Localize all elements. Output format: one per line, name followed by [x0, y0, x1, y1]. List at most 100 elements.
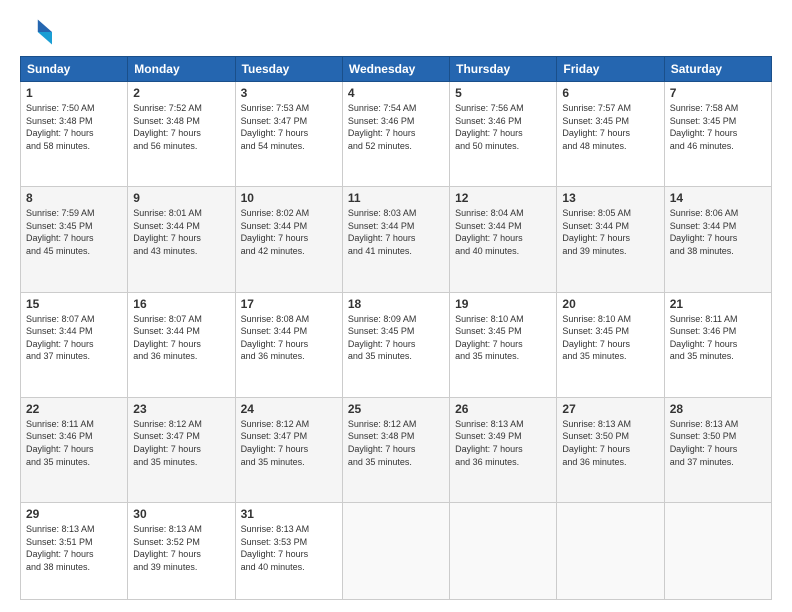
- calendar-week-row: 29 Sunrise: 8:13 AMSunset: 3:51 PMDayligh…: [21, 503, 772, 600]
- day-number: 30: [133, 507, 229, 521]
- calendar-cell: 2 Sunrise: 7:52 AMSunset: 3:48 PMDaylight…: [128, 82, 235, 187]
- calendar-cell: 12 Sunrise: 8:04 AMSunset: 3:44 PMDayligh…: [450, 187, 557, 292]
- day-number: 24: [241, 402, 337, 416]
- calendar-cell: 23Sunrise: 8:12 AMSunset: 3:47 PMDayligh…: [128, 397, 235, 502]
- day-number: 10: [241, 191, 337, 205]
- day-info: Sunrise: 8:13 AMSunset: 3:51 PMDaylight:…: [26, 523, 122, 573]
- day-info: Sunrise: 8:12 AMSunset: 3:47 PMDaylight:…: [133, 418, 229, 468]
- day-number: 16: [133, 297, 229, 311]
- col-header-friday: Friday: [557, 57, 664, 82]
- day-info: Sunrise: 8:09 AMSunset: 3:45 PMDaylight:…: [348, 313, 444, 363]
- day-info: Sunrise: 8:12 AMSunset: 3:48 PMDaylight:…: [348, 418, 444, 468]
- day-info: Sunrise: 8:08 AMSunset: 3:44 PMDaylight:…: [241, 313, 337, 363]
- calendar-cell: 5 Sunrise: 7:56 AMSunset: 3:46 PMDaylight…: [450, 82, 557, 187]
- day-info: Sunrise: 8:04 AMSunset: 3:44 PMDaylight:…: [455, 207, 551, 257]
- calendar-cell: 31 Sunrise: 8:13 AMSunset: 3:53 PMDayligh…: [235, 503, 342, 600]
- day-number: 5: [455, 86, 551, 100]
- calendar-cell: 30 Sunrise: 8:13 AMSunset: 3:52 PMDayligh…: [128, 503, 235, 600]
- calendar-cell: 17 Sunrise: 8:08 AMSunset: 3:44 PMDayligh…: [235, 292, 342, 397]
- day-info: Sunrise: 8:03 AMSunset: 3:44 PMDaylight:…: [348, 207, 444, 257]
- day-info: Sunrise: 7:59 AMSunset: 3:45 PMDaylight:…: [26, 207, 122, 257]
- calendar-cell: 20 Sunrise: 8:10 AMSunset: 3:45 PMDayligh…: [557, 292, 664, 397]
- day-number: 21: [670, 297, 766, 311]
- day-number: 17: [241, 297, 337, 311]
- calendar-cell: 21 Sunrise: 8:11 AMSunset: 3:46 PMDayligh…: [664, 292, 771, 397]
- calendar-cell: 8 Sunrise: 7:59 AMSunset: 3:45 PMDaylight…: [21, 187, 128, 292]
- day-info: Sunrise: 8:13 AMSunset: 3:50 PMDaylight:…: [670, 418, 766, 468]
- day-number: 11: [348, 191, 444, 205]
- day-info: Sunrise: 8:13 AMSunset: 3:53 PMDaylight:…: [241, 523, 337, 573]
- calendar-cell: 10Sunrise: 8:02 AMSunset: 3:44 PMDayligh…: [235, 187, 342, 292]
- calendar-cell: [664, 503, 771, 600]
- day-number: 1: [26, 86, 122, 100]
- calendar-header-row: SundayMondayTuesdayWednesdayThursdayFrid…: [21, 57, 772, 82]
- calendar-cell: [342, 503, 449, 600]
- day-info: Sunrise: 7:52 AMSunset: 3:48 PMDaylight:…: [133, 102, 229, 152]
- calendar-cell: 26 Sunrise: 8:13 AMSunset: 3:49 PMDayligh…: [450, 397, 557, 502]
- calendar-cell: 16Sunrise: 8:07 AMSunset: 3:44 PMDayligh…: [128, 292, 235, 397]
- day-info: Sunrise: 8:10 AMSunset: 3:45 PMDaylight:…: [455, 313, 551, 363]
- day-info: Sunrise: 8:05 AMSunset: 3:44 PMDaylight:…: [562, 207, 658, 257]
- logo-icon: [20, 16, 52, 48]
- day-number: 14: [670, 191, 766, 205]
- day-number: 19: [455, 297, 551, 311]
- day-number: 28: [670, 402, 766, 416]
- day-info: Sunrise: 7:56 AMSunset: 3:46 PMDaylight:…: [455, 102, 551, 152]
- calendar-cell: 3 Sunrise: 7:53 AMSunset: 3:47 PMDaylight…: [235, 82, 342, 187]
- day-info: Sunrise: 8:13 AMSunset: 3:49 PMDaylight:…: [455, 418, 551, 468]
- page: SundayMondayTuesdayWednesdayThursdayFrid…: [0, 0, 792, 612]
- day-info: Sunrise: 8:12 AMSunset: 3:47 PMDaylight:…: [241, 418, 337, 468]
- day-number: 20: [562, 297, 658, 311]
- calendar-cell: 19 Sunrise: 8:10 AMSunset: 3:45 PMDayligh…: [450, 292, 557, 397]
- day-number: 18: [348, 297, 444, 311]
- day-info: Sunrise: 7:54 AMSunset: 3:46 PMDaylight:…: [348, 102, 444, 152]
- calendar-cell: 27Sunrise: 8:13 AMSunset: 3:50 PMDayligh…: [557, 397, 664, 502]
- day-info: Sunrise: 7:57 AMSunset: 3:45 PMDaylight:…: [562, 102, 658, 152]
- calendar-cell: 15 Sunrise: 8:07 AMSunset: 3:44 PMDayligh…: [21, 292, 128, 397]
- day-info: Sunrise: 8:10 AMSunset: 3:45 PMDaylight:…: [562, 313, 658, 363]
- calendar-week-row: 15 Sunrise: 8:07 AMSunset: 3:44 PMDayligh…: [21, 292, 772, 397]
- logo: [20, 16, 56, 48]
- day-number: 2: [133, 86, 229, 100]
- col-header-thursday: Thursday: [450, 57, 557, 82]
- day-number: 12: [455, 191, 551, 205]
- col-header-sunday: Sunday: [21, 57, 128, 82]
- day-info: Sunrise: 8:07 AMSunset: 3:44 PMDaylight:…: [26, 313, 122, 363]
- calendar-week-row: 8 Sunrise: 7:59 AMSunset: 3:45 PMDaylight…: [21, 187, 772, 292]
- calendar-cell: 6Sunrise: 7:57 AMSunset: 3:45 PMDaylight…: [557, 82, 664, 187]
- calendar-cell: 14Sunrise: 8:06 AMSunset: 3:44 PMDayligh…: [664, 187, 771, 292]
- day-info: Sunrise: 8:11 AMSunset: 3:46 PMDaylight:…: [670, 313, 766, 363]
- calendar-cell: 7Sunrise: 7:58 AMSunset: 3:45 PMDaylight…: [664, 82, 771, 187]
- day-info: Sunrise: 8:11 AMSunset: 3:46 PMDaylight:…: [26, 418, 122, 468]
- day-number: 27: [562, 402, 658, 416]
- calendar-week-row: 1Sunrise: 7:50 AMSunset: 3:48 PMDaylight…: [21, 82, 772, 187]
- calendar-cell: 1Sunrise: 7:50 AMSunset: 3:48 PMDaylight…: [21, 82, 128, 187]
- header: [20, 16, 772, 48]
- calendar-table: SundayMondayTuesdayWednesdayThursdayFrid…: [20, 56, 772, 600]
- col-header-wednesday: Wednesday: [342, 57, 449, 82]
- calendar-cell: [557, 503, 664, 600]
- day-number: 29: [26, 507, 122, 521]
- day-number: 3: [241, 86, 337, 100]
- day-number: 7: [670, 86, 766, 100]
- calendar-cell: 29 Sunrise: 8:13 AMSunset: 3:51 PMDayligh…: [21, 503, 128, 600]
- col-header-tuesday: Tuesday: [235, 57, 342, 82]
- calendar-cell: 18 Sunrise: 8:09 AMSunset: 3:45 PMDayligh…: [342, 292, 449, 397]
- day-number: 31: [241, 507, 337, 521]
- day-number: 25: [348, 402, 444, 416]
- calendar-cell: 24 Sunrise: 8:12 AMSunset: 3:47 PMDayligh…: [235, 397, 342, 502]
- day-number: 8: [26, 191, 122, 205]
- day-number: 13: [562, 191, 658, 205]
- day-number: 9: [133, 191, 229, 205]
- calendar-cell: 13 Sunrise: 8:05 AMSunset: 3:44 PMDayligh…: [557, 187, 664, 292]
- col-header-monday: Monday: [128, 57, 235, 82]
- day-number: 4: [348, 86, 444, 100]
- day-number: 26: [455, 402, 551, 416]
- calendar-cell: 9Sunrise: 8:01 AMSunset: 3:44 PMDaylight…: [128, 187, 235, 292]
- calendar-cell: 4 Sunrise: 7:54 AMSunset: 3:46 PMDaylight…: [342, 82, 449, 187]
- calendar-cell: [450, 503, 557, 600]
- day-number: 15: [26, 297, 122, 311]
- day-info: Sunrise: 8:13 AMSunset: 3:52 PMDaylight:…: [133, 523, 229, 573]
- day-info: Sunrise: 7:53 AMSunset: 3:47 PMDaylight:…: [241, 102, 337, 152]
- col-header-saturday: Saturday: [664, 57, 771, 82]
